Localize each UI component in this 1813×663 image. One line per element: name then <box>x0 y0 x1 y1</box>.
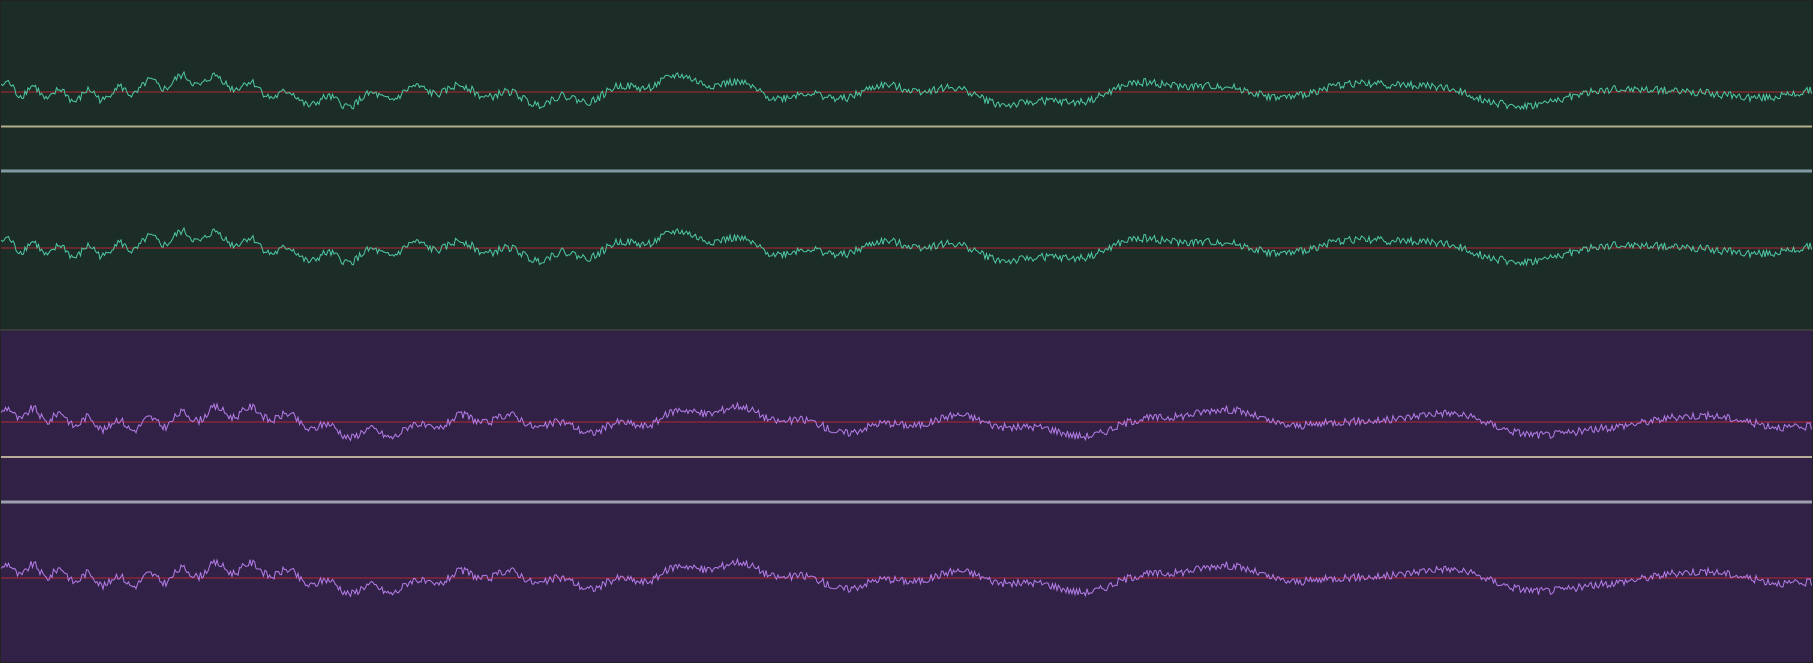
clip-1-background <box>1 1 1812 329</box>
audio-clip-1[interactable] <box>1 1 1812 329</box>
clip-2-canvas <box>1 331 1812 662</box>
audio-clip-2[interactable] <box>1 331 1812 662</box>
clip-2-background <box>1 331 1812 662</box>
clip-1-canvas <box>1 1 1812 329</box>
audio-editor <box>0 0 1813 663</box>
